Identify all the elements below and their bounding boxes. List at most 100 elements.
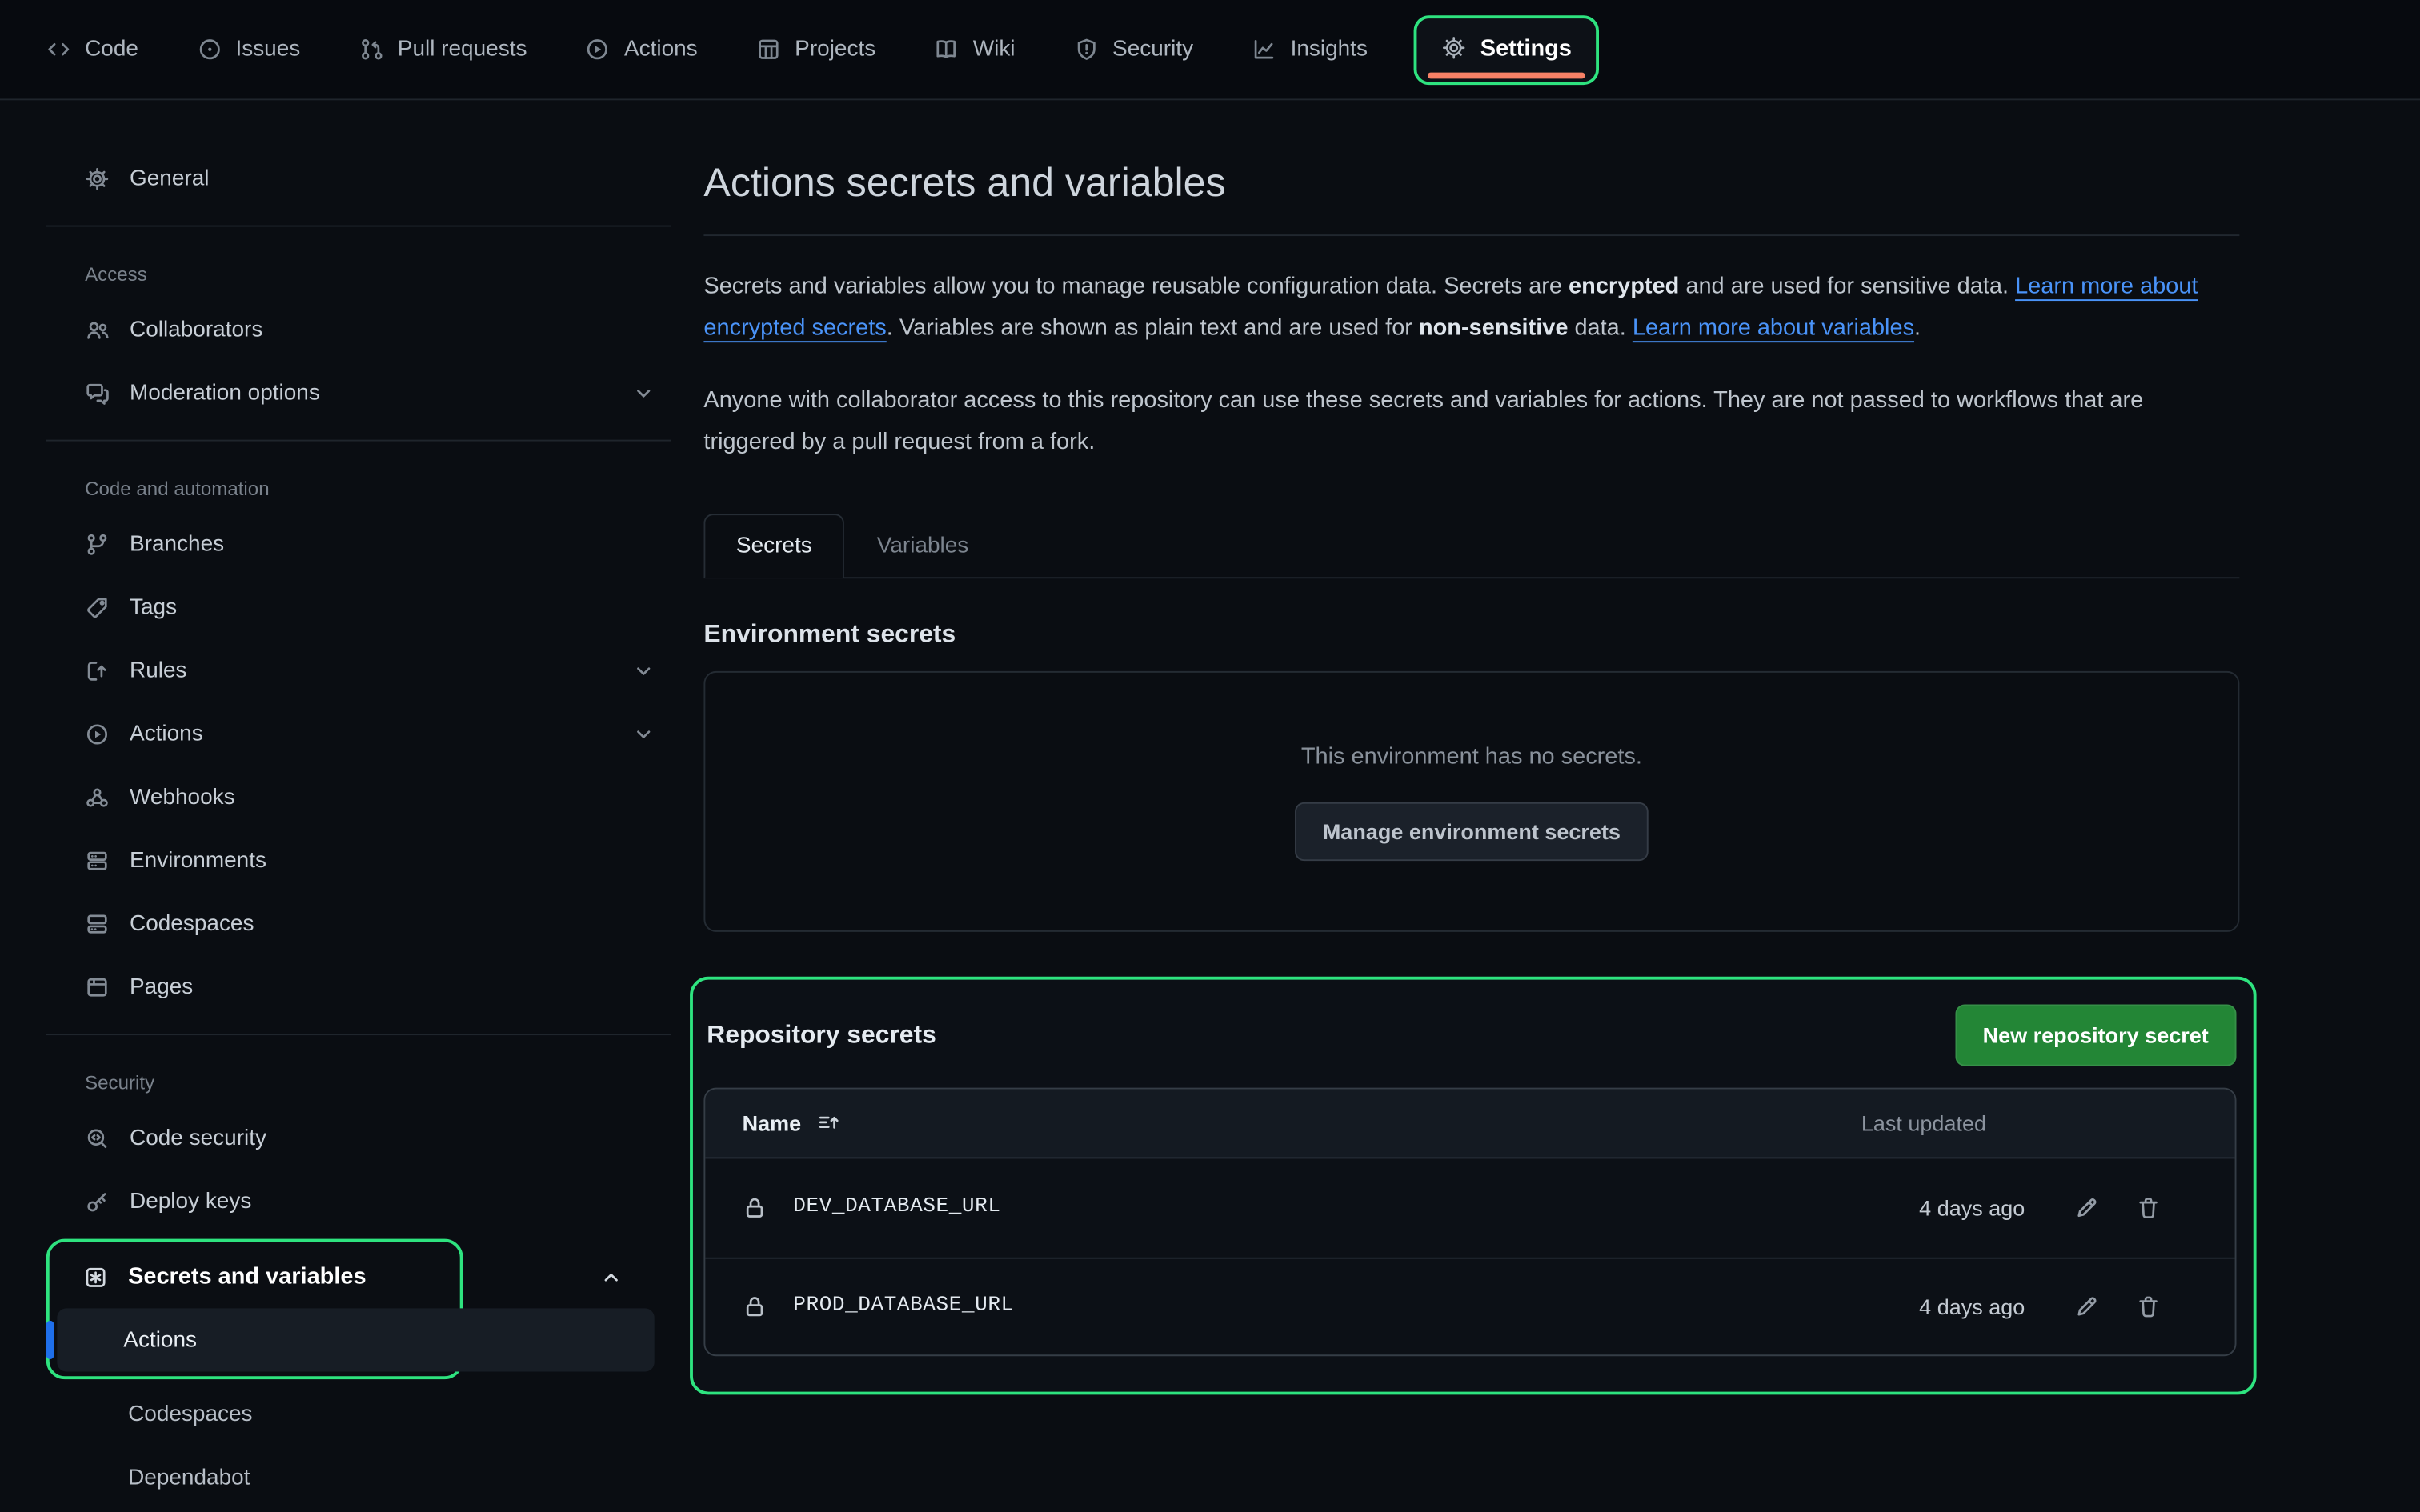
sidebar-item-pages[interactable]: Pages: [46, 955, 671, 1018]
environment-empty-message: This environment has no secrets.: [1301, 743, 1642, 770]
table-header-row: Name Last updated: [705, 1090, 2234, 1159]
repo-tab-projects[interactable]: Projects: [756, 37, 875, 62]
bold-text: encrypted: [1569, 273, 1679, 299]
sidebar-item-code-security[interactable]: Code security: [46, 1106, 671, 1170]
chevron-down-icon[interactable]: [631, 722, 656, 746]
tab-label-wiki: Wiki: [973, 37, 1016, 62]
sidebar-item-actions[interactable]: Actions: [46, 702, 671, 765]
repo-tab-code[interactable]: Code: [46, 37, 138, 62]
sidebar-section-header-code-and-automation: Code and automation: [46, 457, 671, 512]
repo-tab-issues[interactable]: Issues: [197, 37, 300, 62]
body-text: Secrets and variables allow you to manag…: [703, 273, 1569, 299]
sidebar-item-collaborators[interactable]: Collaborators: [46, 298, 671, 361]
repo-tab-actions[interactable]: Actions: [586, 37, 698, 62]
table-body: DEV_DATABASE_URL4 days agoPROD_DATABASE_…: [705, 1159, 2234, 1355]
tab-label-insights: Insights: [1291, 37, 1368, 62]
chevron-up-icon[interactable]: [599, 1264, 623, 1289]
sidebar-subitem-actions[interactable]: Actions: [57, 1308, 654, 1371]
last-updated-column-header: Last updated: [1861, 1111, 2198, 1136]
manage-environment-secrets-button[interactable]: Manage environment secrets: [1295, 802, 1649, 860]
gear-icon: [85, 166, 110, 190]
tab-variables[interactable]: Variables: [844, 514, 1001, 579]
body-text: . Variables are shown as plain text and …: [887, 315, 1419, 342]
sidebar-item-tags[interactable]: Tags: [46, 575, 671, 638]
chevron-down-icon[interactable]: [631, 658, 656, 683]
git-branch-icon: [85, 531, 110, 556]
rules-icon: [85, 658, 110, 683]
body-text: data.: [1568, 315, 1632, 342]
sidebar-item-codespaces[interactable]: Codespaces: [46, 892, 671, 955]
sidebar-item-label: Actions: [130, 722, 611, 746]
repository-secrets-highlight-box: Repository secrets New repository secret…: [690, 977, 2256, 1395]
repository-secrets-header-row: Repository secrets New repository secret: [703, 1005, 2236, 1066]
sidebar-subitem-codespaces[interactable]: Codespaces: [46, 1382, 671, 1446]
title-divider: [703, 234, 2239, 236]
shield-icon: [1074, 37, 1099, 62]
body-text: and are used for sensitive data.: [1679, 273, 2015, 299]
repo-tab-wiki[interactable]: Wiki: [935, 37, 1016, 62]
play-icon: [85, 722, 110, 746]
secrets-and-variables-highlight-box: Secrets and variables Actions: [46, 1239, 463, 1380]
repository-secrets-table: Name Last updated DEV_DATABASE_URL4 days…: [703, 1088, 2236, 1357]
sidebar-item-webhooks[interactable]: Webhooks: [46, 766, 671, 829]
bold-text: non-sensitive: [1419, 315, 1568, 342]
lock-icon: [743, 1294, 767, 1319]
people-icon: [85, 317, 110, 342]
sidebar-item-label: Rules: [130, 658, 611, 683]
edit-secret-button[interactable]: [2074, 1294, 2099, 1319]
tag-icon: [85, 594, 110, 619]
body-text: Anyone with collaborator access to this …: [703, 386, 2143, 454]
sidebar-item-label: Pages: [130, 974, 656, 999]
sidebar-subitem-label: Actions: [123, 1328, 197, 1353]
comment-discussion-icon: [85, 380, 110, 405]
sidebar-item-label: Secrets and variables: [128, 1263, 367, 1290]
settings-tab-highlight-box[interactable]: Settings: [1414, 14, 1600, 84]
sidebar-section-divider: [46, 440, 671, 442]
tab-label-projects: Projects: [795, 37, 875, 62]
sort-ascending-icon[interactable]: [816, 1111, 841, 1136]
tab-label-actions: Actions: [624, 37, 698, 62]
sidebar-item-label: Tags: [130, 594, 656, 619]
chevron-down-icon[interactable]: [631, 380, 656, 405]
active-tab-underline: [1428, 73, 1585, 78]
sidebar-section-header-access: Access: [46, 242, 671, 298]
repo-tab-insights[interactable]: Insights: [1252, 37, 1368, 62]
tab-label-issues: Issues: [235, 37, 300, 62]
sidebar-item-general[interactable]: General: [46, 146, 671, 210]
sidebar-item-deploy-keys[interactable]: Deploy keys: [46, 1170, 671, 1233]
body-text: .: [1914, 315, 1921, 342]
settings-sidebar: General AccessCollaboratorsModeration opt…: [0, 100, 703, 1509]
lock-icon: [743, 1196, 767, 1221]
sidebar-subitem-label: Dependabot: [128, 1465, 250, 1490]
link-learn-more-about-variables[interactable]: Learn more about variables: [1633, 315, 1914, 342]
edit-secret-button[interactable]: [2074, 1196, 2099, 1221]
tab-label-pull-requests: Pull requests: [398, 37, 527, 62]
sidebar-item-secrets-and-variables[interactable]: Secrets and variables: [50, 1245, 639, 1308]
delete-secret-button[interactable]: [2136, 1294, 2161, 1319]
project-icon: [756, 37, 781, 62]
sidebar-subitem-dependabot[interactable]: Dependabot: [46, 1446, 671, 1509]
repo-tab-pull-requests[interactable]: Pull requests: [359, 37, 527, 62]
tab-label-settings: Settings: [1480, 34, 1572, 61]
repo-tab-security[interactable]: Security: [1074, 37, 1193, 62]
intro-paragraph-1: Secrets and variables allow you to manag…: [703, 266, 2239, 350]
new-repository-secret-button[interactable]: New repository secret: [1955, 1005, 2237, 1066]
settings-content: Actions secrets and variables Secrets an…: [703, 100, 2239, 1394]
secret-last-updated: 4 days ago: [1861, 1294, 2025, 1319]
gear-icon: [1442, 35, 1467, 60]
book-icon: [935, 37, 960, 62]
secret-row-actions: 4 days ago: [1861, 1294, 2198, 1319]
sidebar-subitem-label: Codespaces: [128, 1402, 252, 1426]
sidebar-item-branches[interactable]: Branches: [46, 512, 671, 575]
tab-secrets[interactable]: Secrets: [703, 514, 844, 579]
sidebar-item-environments[interactable]: Environments: [46, 829, 671, 892]
graph-icon: [1252, 37, 1276, 62]
sidebar-item-label: Branches: [130, 531, 656, 556]
sidebar-item-moderation-options[interactable]: Moderation options: [46, 361, 671, 424]
sidebar-item-rules[interactable]: Rules: [46, 638, 671, 702]
sidebar-item-label: Deploy keys: [130, 1189, 656, 1214]
delete-secret-button[interactable]: [2136, 1196, 2161, 1221]
webhook-icon: [85, 785, 110, 810]
secret-row-dev-database-url: DEV_DATABASE_URL4 days ago: [705, 1159, 2234, 1257]
play-icon: [586, 37, 611, 62]
